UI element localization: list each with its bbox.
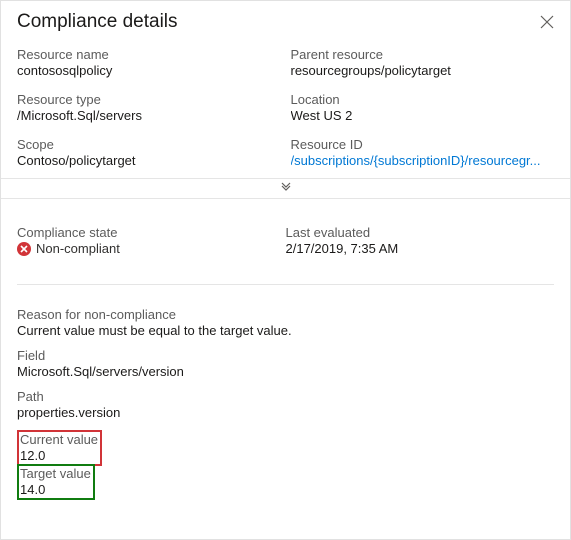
resource-type-label: Resource type bbox=[17, 92, 281, 107]
target-value-box: Target value 14.0 bbox=[17, 464, 95, 500]
resource-id-label: Resource ID bbox=[291, 137, 555, 152]
path-value: properties.version bbox=[17, 405, 554, 420]
last-evaluated-field: Last evaluated 2/17/2019, 7:35 AM bbox=[286, 225, 555, 256]
close-icon[interactable] bbox=[540, 15, 554, 29]
resource-id-field: Resource ID /subscriptions/{subscription… bbox=[291, 137, 555, 168]
chevron-up-icon bbox=[280, 181, 292, 196]
reason-value: Current value must be equal to the targe… bbox=[17, 323, 554, 338]
compliance-section: Compliance state Non-compliant Last eval… bbox=[1, 199, 570, 266]
panel-title: Compliance details bbox=[17, 11, 178, 33]
compliance-state-label: Compliance state bbox=[17, 225, 286, 240]
path-field: Path properties.version bbox=[17, 389, 554, 420]
field-field: Field Microsoft.Sql/servers/version bbox=[17, 348, 554, 379]
details-grid: Resource name contososqlpolicy Parent re… bbox=[1, 41, 570, 178]
path-label: Path bbox=[17, 389, 554, 404]
panel-header: Compliance details bbox=[1, 1, 570, 41]
resource-name-value: contososqlpolicy bbox=[17, 63, 281, 78]
reason-field: Reason for non-compliance Current value … bbox=[17, 307, 554, 338]
current-value-label: Current value bbox=[20, 432, 98, 447]
compliance-state-value: Non-compliant bbox=[36, 241, 120, 256]
current-value-value: 12.0 bbox=[20, 448, 98, 463]
parent-resource-field: Parent resource resourcegroups/policytar… bbox=[291, 47, 555, 78]
target-value-label: Target value bbox=[20, 466, 91, 481]
compliance-state-value-row: Non-compliant bbox=[17, 241, 286, 256]
scope-field: Scope Contoso/policytarget bbox=[17, 137, 281, 168]
resource-type-value: /Microsoft.Sql/servers bbox=[17, 108, 281, 123]
field-value: Microsoft.Sql/servers/version bbox=[17, 364, 554, 379]
reason-section: Reason for non-compliance Current value … bbox=[1, 285, 570, 500]
compliance-details-panel: Compliance details Resource name contoso… bbox=[0, 0, 571, 540]
location-label: Location bbox=[291, 92, 555, 107]
scope-label: Scope bbox=[17, 137, 281, 152]
current-value-box: Current value 12.0 bbox=[17, 430, 102, 466]
location-value: West US 2 bbox=[291, 108, 555, 123]
scope-value: Contoso/policytarget bbox=[17, 153, 281, 168]
resource-type-field: Resource type /Microsoft.Sql/servers bbox=[17, 92, 281, 123]
last-evaluated-value: 2/17/2019, 7:35 AM bbox=[286, 241, 555, 256]
location-field: Location West US 2 bbox=[291, 92, 555, 123]
reason-label: Reason for non-compliance bbox=[17, 307, 554, 322]
last-evaluated-label: Last evaluated bbox=[286, 225, 555, 240]
compliance-state-field: Compliance state Non-compliant bbox=[17, 225, 286, 256]
resource-name-label: Resource name bbox=[17, 47, 281, 62]
target-value-value: 14.0 bbox=[20, 482, 91, 497]
parent-resource-value: resourcegroups/policytarget bbox=[291, 63, 555, 78]
parent-resource-label: Parent resource bbox=[291, 47, 555, 62]
resource-name-field: Resource name contososqlpolicy bbox=[17, 47, 281, 78]
resource-id-link[interactable]: /subscriptions/{subscriptionID}/resource… bbox=[291, 153, 555, 168]
error-icon bbox=[17, 242, 31, 256]
field-label: Field bbox=[17, 348, 554, 363]
collapse-toggle[interactable] bbox=[1, 178, 570, 199]
